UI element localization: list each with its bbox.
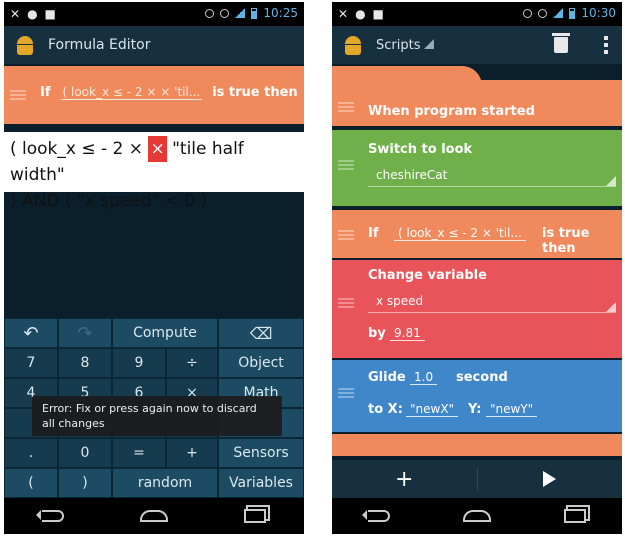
key-9[interactable]: 9: [112, 348, 166, 378]
signal-icon: [553, 8, 564, 18]
brick-partial[interactable]: [332, 434, 622, 456]
if-true-label: is true then: [212, 85, 298, 100]
navigation-bar: [332, 498, 622, 534]
recent-apps-icon[interactable]: [563, 509, 586, 523]
key-equals[interactable]: =: [112, 438, 166, 468]
status-bar: ✕ ● ■ 10:25: [4, 2, 304, 26]
key-plus[interactable]: +: [166, 438, 218, 468]
home-icon[interactable]: [140, 510, 168, 522]
key-divide[interactable]: ÷: [166, 348, 218, 378]
bottom-bar: +: [332, 460, 622, 498]
action-bar: Formula Editor: [4, 26, 304, 64]
glide-seconds-field[interactable]: 1.0: [410, 370, 438, 385]
look-spinner[interactable]: cheshireCat: [376, 168, 447, 182]
to-x-label: to X:: [368, 402, 403, 417]
alarm-icon: [220, 8, 230, 18]
formula-line-2: ) AND ( "x speed" < 0 ): [10, 191, 208, 211]
if-brick[interactable]: If ( look_x ≤ - 2 × 'til... is true then: [332, 210, 622, 258]
when-started-label: When program started: [368, 104, 535, 119]
notification-icons: ✕ ● ■: [10, 7, 57, 21]
change-variable-brick[interactable]: Change variable x speed by 9.81: [332, 260, 622, 358]
glide-label: Glide: [368, 370, 406, 385]
if-condition-field[interactable]: ( look_x ≤ - 2 × × 'til...: [60, 85, 203, 100]
key-7[interactable]: 7: [4, 348, 58, 378]
formula-part: ( look_x ≤ - 2 ×: [10, 139, 149, 159]
overflow-menu-icon[interactable]: [604, 36, 608, 54]
signal-icon: [235, 8, 246, 18]
y-label: Y:: [468, 402, 482, 417]
key-dot[interactable]: .: [4, 438, 58, 468]
navigation-bar: [4, 498, 304, 534]
change-variable-label: Change variable: [368, 268, 487, 283]
second-label: second: [456, 370, 508, 385]
random-button[interactable]: random: [112, 468, 218, 498]
dropdown-icon: [424, 38, 435, 49]
error-toast: Error: Fix or press again now to discard…: [32, 396, 282, 436]
switch-look-label: Switch to look: [368, 142, 473, 157]
switch-to-look-brick[interactable]: Switch to look cheshireCat: [332, 130, 622, 206]
key-8[interactable]: 8: [58, 348, 112, 378]
sync-icon: [205, 8, 215, 18]
home-icon[interactable]: [462, 510, 491, 522]
backspace-icon[interactable]: ⌫: [218, 318, 304, 348]
play-button[interactable]: [478, 460, 623, 498]
scripts-screen: ✕ ● ■ 10:30 Scripts When program started S…: [332, 2, 622, 534]
scripts-spinner[interactable]: Scripts: [376, 37, 435, 53]
y-value-field[interactable]: "newY": [486, 402, 538, 417]
app-logo-icon[interactable]: [342, 34, 364, 56]
if-brick[interactable]: If ( look_x ≤ - 2 × × 'til... is true th…: [4, 66, 304, 124]
dropdown-icon: [606, 302, 616, 312]
alarm-icon: [538, 8, 548, 18]
redo-button[interactable]: ↷: [58, 318, 112, 348]
add-button[interactable]: +: [332, 460, 477, 498]
x-value-field[interactable]: "newX": [406, 402, 459, 417]
compute-button[interactable]: Compute: [112, 318, 218, 348]
when-program-started-brick[interactable]: When program started: [332, 66, 622, 126]
formula-editor-screen: ✕ ● ■ 10:25 Formula Editor If ( look_x ≤ -…: [4, 2, 304, 534]
sync-icon: [523, 8, 533, 18]
if-label: If: [40, 85, 51, 100]
if-condition-field[interactable]: ( look_x ≤ - 2 × 'til...: [394, 226, 526, 241]
object-button[interactable]: Object: [218, 348, 304, 378]
back-icon[interactable]: [36, 510, 64, 522]
if-label: If: [368, 226, 379, 241]
variables-button[interactable]: Variables: [218, 468, 304, 498]
key-0[interactable]: 0: [58, 438, 112, 468]
dropdown-icon: [606, 176, 616, 186]
status-time: 10:30: [581, 6, 616, 20]
recent-apps-icon[interactable]: [244, 509, 266, 523]
add-icon: +: [395, 466, 414, 492]
variable-spinner[interactable]: x speed: [376, 294, 423, 308]
scripts-spinner-label: Scripts: [376, 37, 421, 53]
action-bar: Scripts: [332, 26, 622, 64]
back-icon[interactable]: [362, 510, 391, 522]
status-bar: ✕ ● ■ 10:30: [332, 2, 622, 26]
formula-text-area[interactable]: ( look_x ≤ - 2 × × "tile half width" ) A…: [4, 132, 304, 211]
notification-icons: ✕ ● ■: [338, 7, 385, 21]
status-time: 10:25: [263, 6, 298, 20]
undo-button[interactable]: ↶: [4, 318, 58, 348]
key-left-paren[interactable]: (: [4, 468, 58, 498]
formula-error-cursor[interactable]: ×: [148, 136, 167, 162]
play-icon: [543, 471, 557, 487]
battery-icon: [251, 7, 258, 19]
if-true-label: is true then: [542, 226, 590, 256]
by-value-field[interactable]: 9.81: [390, 326, 425, 341]
battery-icon: [569, 7, 576, 19]
key-right-paren[interactable]: ): [58, 468, 112, 498]
sensors-button[interactable]: Sensors: [218, 438, 304, 468]
delete-icon[interactable]: [552, 33, 570, 53]
app-logo-icon[interactable]: [14, 34, 36, 56]
glide-brick[interactable]: Glide 1.0 second to X: "newX" Y: "newY": [332, 360, 622, 432]
by-label: by: [368, 326, 386, 341]
app-title: Formula Editor: [48, 37, 151, 53]
